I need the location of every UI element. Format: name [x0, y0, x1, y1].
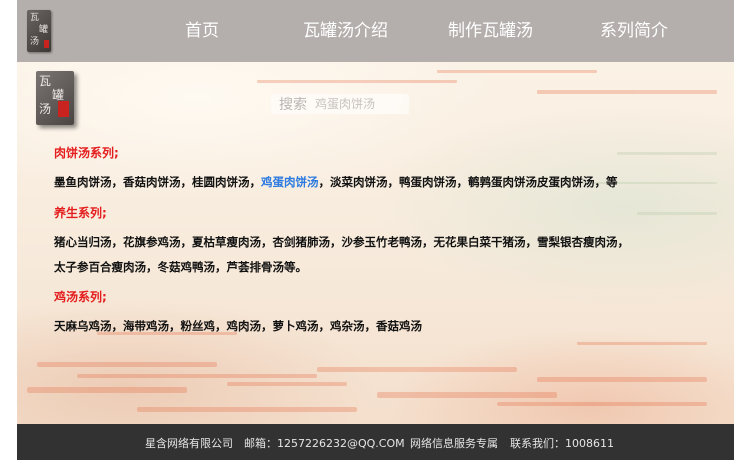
- side-logo-char-3: 汤: [39, 102, 52, 116]
- footer-contact: 联系我们：1008611: [510, 437, 614, 450]
- section-line-chicken-soup: 天麻乌鸡汤，海带鸡汤，粉丝鸡，鸡肉汤，萝卜鸡汤，鸡杂汤，香菇鸡汤: [54, 319, 422, 333]
- line-text-after-link: ，淡菜肉饼汤，鸭蛋肉饼汤，鹌鹑蛋肉饼汤皮蛋肉饼汤，等: [318, 175, 618, 189]
- side-logo-char-2: 罐: [52, 88, 65, 102]
- section-line-health-2: 太子参百合瘦肉汤，冬菇鸡鸭汤，芦荟排骨汤等。: [54, 260, 307, 274]
- page: 瓦 罐 汤 首页 瓦罐汤介绍 制作瓦罐汤 系列简介 瓦 罐 汤 搜索 鸡蛋肉饼汤…: [0, 0, 750, 472]
- side-logo-char-1: 瓦: [39, 74, 52, 88]
- search-input[interactable]: [307, 97, 405, 111]
- search-button[interactable]: 搜索: [271, 94, 307, 114]
- footer-service: 网络信息服务专属: [410, 437, 498, 450]
- section-line-health-1: 猪心当归汤，花旗参鸡汤，夏枯草瘦肉汤，杏剑猪肺汤，沙参玉竹老鸭汤，无花果白菜干猪…: [54, 235, 629, 249]
- side-logo-badge: 瓦 罐 汤: [36, 71, 74, 125]
- logo-char-1: 瓦: [30, 13, 40, 23]
- side-logo-seal-stamp: [58, 101, 69, 117]
- logo-char-2: 罐: [39, 25, 49, 35]
- site-logo[interactable]: 瓦 罐 汤: [27, 10, 51, 52]
- nav-item-making[interactable]: 制作瓦罐汤: [448, 18, 533, 44]
- line-text-before-link: 墨鱼肉饼汤，香菇肉饼汤，桂圆肉饼汤，: [54, 175, 261, 189]
- footer-company: 星含网络有限公司: [145, 437, 233, 450]
- logo-char-3: 汤: [30, 37, 40, 47]
- main-content: 瓦 罐 汤 搜索 肉饼汤系列; 墨鱼肉饼汤，香菇肉饼汤，桂圆肉饼汤，鸡蛋肉饼汤，…: [17, 62, 734, 424]
- egg-meat-pie-soup-link[interactable]: 鸡蛋肉饼汤: [261, 175, 319, 189]
- section-title-chicken-soup: 鸡汤系列;: [54, 290, 107, 304]
- nav-item-intro[interactable]: 瓦罐汤介绍: [303, 18, 388, 44]
- section-title-meat-pie-soup: 肉饼汤系列;: [54, 146, 119, 160]
- section-line-meat-pie-soup: 墨鱼肉饼汤，香菇肉饼汤，桂圆肉饼汤，鸡蛋肉饼汤，淡菜肉饼汤，鸭蛋肉饼汤，鹌鹑蛋肉…: [54, 174, 618, 190]
- section-title-health: 养生系列;: [54, 206, 107, 220]
- footer-email: 邮箱：1257226232@QQ.COM: [244, 437, 405, 450]
- top-nav-bar: 瓦 罐 汤 首页 瓦罐汤介绍 制作瓦罐汤 系列简介: [17, 0, 734, 62]
- nav-item-home[interactable]: 首页: [185, 18, 219, 44]
- logo-seal-stamp: [44, 40, 49, 48]
- footer: 星含网络有限公司 邮箱：1257226232@QQ.COM 网络信息服务专属 联…: [17, 424, 734, 460]
- search-bar: 搜索: [271, 94, 409, 114]
- nav-item-series[interactable]: 系列简介: [600, 18, 668, 44]
